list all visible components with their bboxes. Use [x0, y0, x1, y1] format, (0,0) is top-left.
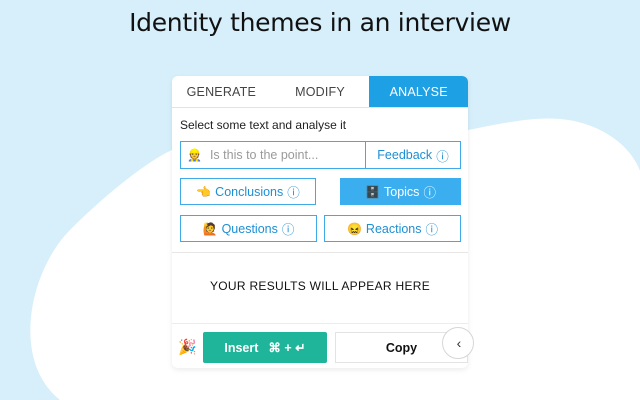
prompt-input[interactable]	[207, 147, 362, 163]
tab-analyse[interactable]: ANALYSE	[369, 76, 468, 107]
assistant-panel: GENERATE MODIFY ANALYSE Select some text…	[172, 76, 468, 368]
conclusions-button[interactable]: 👈 Conclusions ⓘ	[180, 178, 316, 205]
results-placeholder: YOUR RESULTS WILL APPEAR HERE	[209, 279, 431, 293]
worker-emoji-icon: 👷	[187, 148, 202, 162]
feedback-label: Feedback	[377, 148, 433, 162]
questions-label: Questions	[221, 221, 278, 236]
confounded-face-icon: 😖	[346, 221, 362, 236]
conclusions-label: Conclusions	[215, 184, 284, 199]
tab-bar: GENERATE MODIFY ANALYSE	[172, 76, 468, 108]
reactions-label: Reactions	[365, 221, 422, 236]
info-icon: ⓘ	[423, 186, 436, 200]
party-popper-icon[interactable]: 🎉	[178, 338, 197, 356]
page-headline: Identity themes in an interview	[129, 8, 511, 37]
footer-divider	[172, 323, 468, 324]
info-icon: ⓘ	[287, 186, 300, 200]
questions-button[interactable]: 🙋 Questions ⓘ	[180, 215, 317, 242]
info-icon: ⓘ	[436, 149, 449, 164]
insert-shortcut: ⌘ + ↵	[268, 341, 306, 355]
tab-modify[interactable]: MODIFY	[271, 76, 370, 107]
info-icon: ⓘ	[281, 223, 295, 237]
raising-hand-icon: 🙋	[202, 221, 218, 236]
prompt-field-wrapper: 👷	[181, 142, 366, 168]
insert-label: Insert	[224, 340, 259, 355]
file-cabinet-icon: 🗄️	[365, 184, 380, 199]
section-divider	[172, 252, 468, 253]
info-icon: ⓘ	[425, 223, 439, 237]
analyse-input-group: 👷 Feedback ⓘ	[180, 141, 461, 169]
collapse-chevron-icon[interactable]: ‹	[442, 327, 474, 359]
topics-button[interactable]: 🗄️ Topics ⓘ	[340, 178, 461, 205]
instruction-text: Select some text and analyse it	[180, 118, 347, 132]
pointing-hand-icon: 👈	[196, 184, 212, 199]
insert-button[interactable]: Insert ⌘ + ↵	[203, 332, 327, 363]
feedback-button[interactable]: Feedback ⓘ	[366, 142, 460, 168]
topics-label: Topics	[384, 184, 420, 199]
reactions-button[interactable]: 😖 Reactions ⓘ	[324, 215, 461, 242]
tab-generate[interactable]: GENERATE	[172, 76, 271, 107]
